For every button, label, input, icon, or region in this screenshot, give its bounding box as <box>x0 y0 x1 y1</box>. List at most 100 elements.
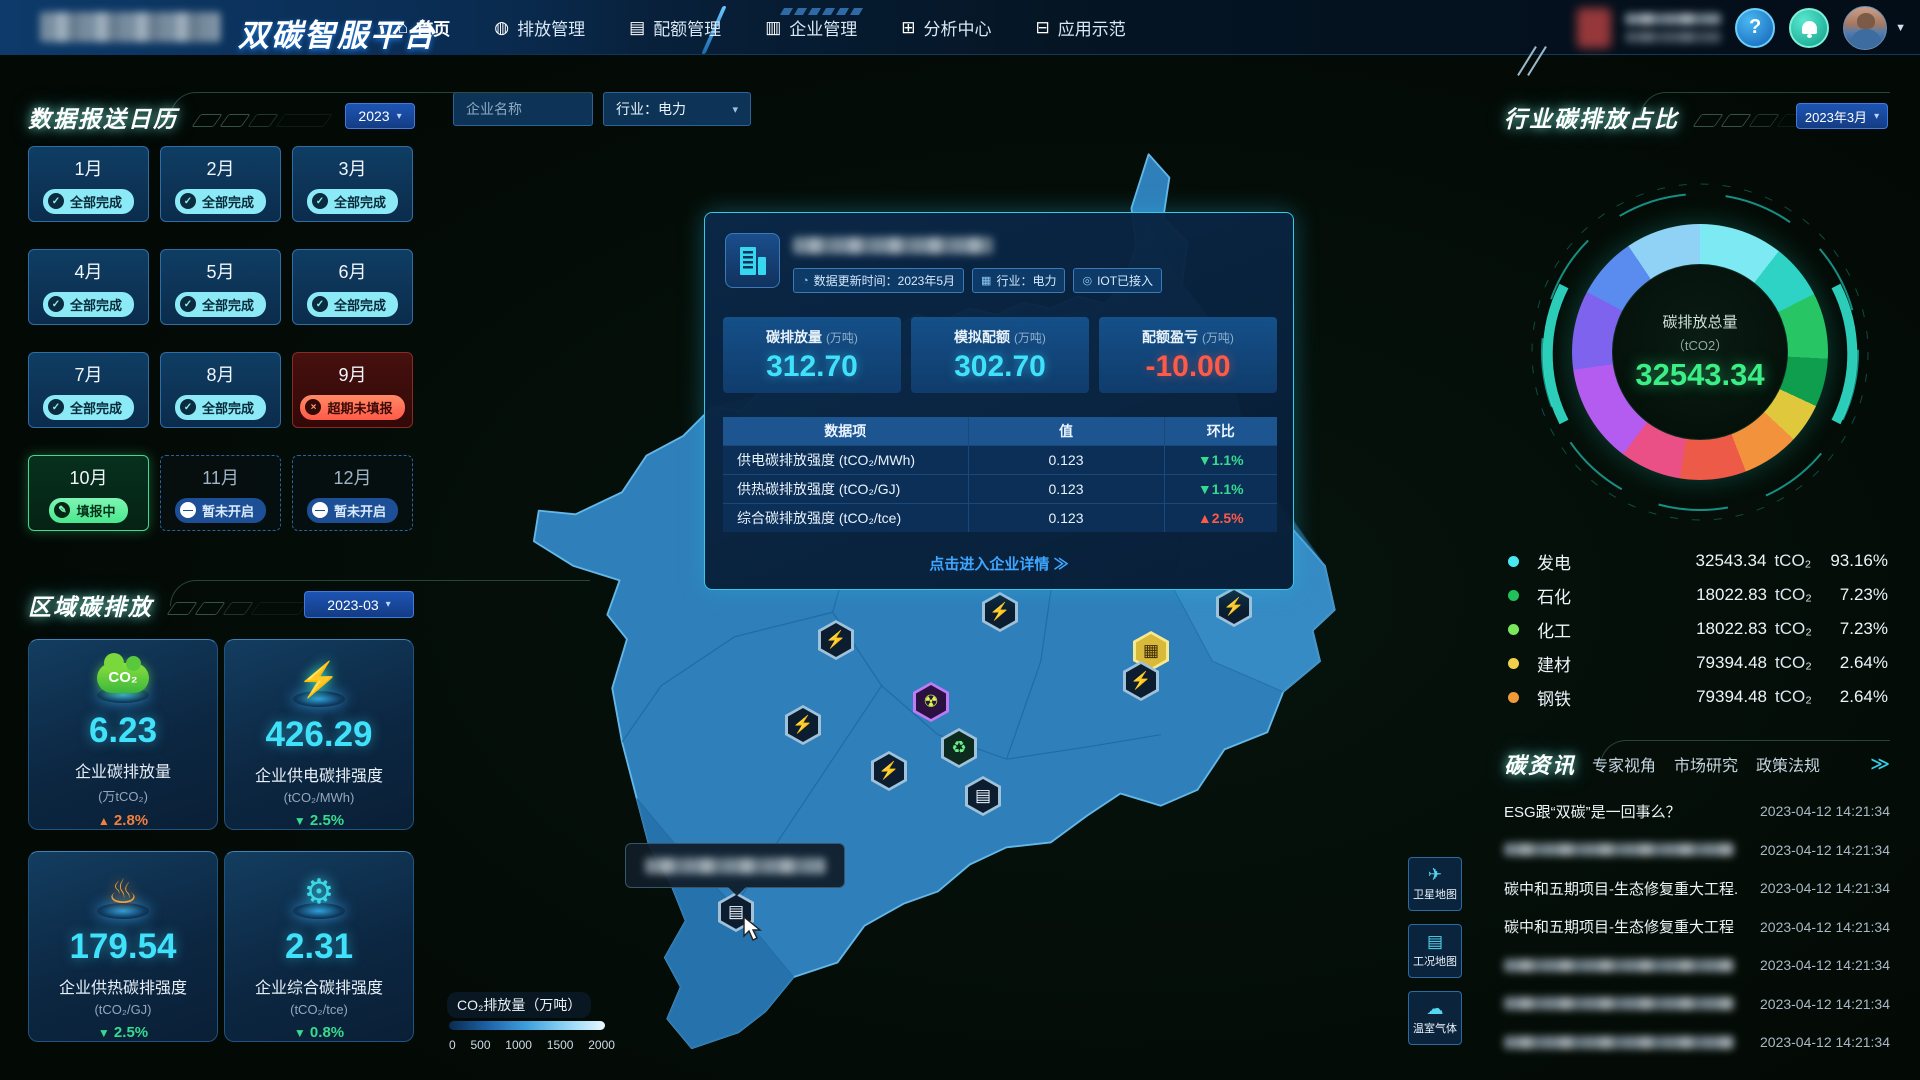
news-tab-政策法规[interactable]: 政策法规 <box>1756 752 1820 776</box>
table-hb-cell: ▼1.1% <box>1164 445 1277 474</box>
news-title-redacted <box>1504 843 1734 856</box>
month-card-8月[interactable]: 8月✓全部完成 <box>160 352 281 428</box>
industry-period-dropdown[interactable]: 2023年3月 ▾ <box>1796 103 1888 129</box>
popup-badge: ◔数据更新时间：2023年5月 <box>793 268 964 293</box>
heat-icon: ♨ <box>88 866 158 917</box>
status-icon: ✓ <box>180 399 196 415</box>
table-row: 综合碳排放强度 (tCO₂/tce)0.123▲2.5% <box>723 503 1277 532</box>
month-card-5月[interactable]: 5月✓全部完成 <box>160 249 281 325</box>
stat-value: 426.29 <box>265 715 372 755</box>
industry-period-value: 2023年3月 <box>1805 107 1867 126</box>
nav-item-排放管理[interactable]: ◍排放管理 <box>494 15 585 40</box>
status-text: 全部完成 <box>202 192 254 211</box>
triangle-down-icon: ▼ <box>294 814 306 828</box>
nav-item-label: 企业管理 <box>789 15 857 40</box>
status-icon: ✓ <box>180 193 196 209</box>
month-status-badge: —暂未开启 <box>175 498 266 523</box>
month-card-11月[interactable]: 11月—暂未开启 <box>160 455 281 531</box>
nav-item-应用示范[interactable]: ⊟应用示范 <box>1036 15 1126 40</box>
month-status-badge: ✓全部完成 <box>175 292 266 317</box>
news-tab-市场研究[interactable]: 市场研究 <box>1674 752 1738 776</box>
news-item[interactable]: 2023-04-12 14:21:34 <box>1504 985 1890 1024</box>
table-item-cell: 综合碳排放强度 (tCO₂/tce) <box>723 503 968 532</box>
nav-item-配额管理[interactable]: ▤配额管理 <box>629 15 721 40</box>
quota-icon: ▤ <box>629 18 645 38</box>
month-card-6月[interactable]: 6月✓全部完成 <box>292 249 413 325</box>
month-card-4月[interactable]: 4月✓全部完成 <box>28 249 149 325</box>
notification-bell-button[interactable] <box>1789 8 1829 48</box>
month-card-7月[interactable]: 7月✓全部完成 <box>28 352 149 428</box>
status-icon: — <box>180 502 196 518</box>
layer-label: 工况地图 <box>1413 953 1457 969</box>
month-card-1月[interactable]: 1月✓全部完成 <box>28 146 149 222</box>
popup-stat-box: 模拟配额 (万吨)302.70 <box>911 317 1089 393</box>
nav-item-首页[interactable]: ⌂首页 <box>398 15 450 40</box>
nav-item-企业管理[interactable]: ▥企业管理 <box>765 15 857 40</box>
donut-center-label: 碳排放总量 <box>1662 311 1737 332</box>
news-item[interactable]: 碳中和五期项目-生态修复重大工程2023-04-12 14:21:34 <box>1504 908 1890 947</box>
donut-center-unit: （tCO2） <box>1672 335 1728 354</box>
layer-button-卫星地图[interactable]: ✈卫星地图 <box>1408 857 1462 911</box>
enterprise-detail-link[interactable]: 点击进入企业详情 ≫ <box>705 553 1293 574</box>
calendar-year-dropdown[interactable]: 2023 ▾ <box>345 103 415 129</box>
co2-cloud-icon: CO₂ <box>88 654 158 701</box>
legend-percent: 2.64% <box>1831 653 1888 673</box>
status-icon: ✓ <box>312 296 328 312</box>
stat-delta: ▼ 2.5% <box>98 1024 148 1041</box>
top-navigation-bar: 双碳智服平台 ⌂首页◍排放管理▤配额管理▥企业管理⊞分析中心⊟应用示范 ? ▼ <box>0 0 1920 55</box>
news-more-arrow[interactable]: ≫ <box>1870 753 1890 776</box>
industry-select[interactable]: 行业：电力 ▾ <box>603 92 751 126</box>
month-card-12月[interactable]: 12月—暂未开启 <box>292 455 413 531</box>
news-tab-专家视角[interactable]: 专家视角 <box>1592 752 1656 776</box>
news-item[interactable]: 碳中和五期项目-生态修复重大工程...2023-04-12 14:21:34 <box>1504 869 1890 908</box>
news-item[interactable]: 2023-04-12 14:21:34 <box>1504 831 1890 870</box>
stat-label: 企业供热碳排强度 <box>59 974 187 998</box>
layer-button-工况地图[interactable]: ▤ 工况地图 <box>1408 924 1462 978</box>
help-button[interactable]: ? <box>1735 8 1775 48</box>
legend-value: 79394.48 <box>1657 653 1767 673</box>
clock-icon: ◔ <box>802 275 809 287</box>
bolt-icon: ⚡ <box>1126 664 1156 698</box>
user-avatar[interactable] <box>1843 6 1887 50</box>
delta-text: 2.8% <box>110 812 148 829</box>
news-item[interactable]: 2023-04-12 14:21:34 <box>1504 946 1890 985</box>
month-card-9月[interactable]: 9月×超期未填报 <box>292 352 413 428</box>
status-icon: ✎ <box>54 502 70 518</box>
status-icon: — <box>312 502 328 518</box>
scale-tick: 2000 <box>588 1038 615 1052</box>
table-row: 供热碳排放强度 (tCO₂/GJ)0.123▼1.1% <box>723 474 1277 503</box>
nav-item-分析中心[interactable]: ⊞分析中心 <box>901 15 991 40</box>
server-icon: ▤ <box>1427 933 1443 950</box>
stat-label: 企业供电碳排强度 <box>255 762 383 786</box>
news-item[interactable]: 2023-04-12 14:21:34 <box>1504 1023 1890 1062</box>
region-stat-card: ⚙2.31企业综合碳排强度(tCO₂/tce)▼ 0.8% <box>224 851 414 1042</box>
month-status-badge: ✓全部完成 <box>43 395 134 420</box>
layer-button-温室气体[interactable]: ☁温室气体 <box>1408 991 1462 1045</box>
stat-value: 2.31 <box>285 927 353 967</box>
legend-name: 建材 <box>1537 651 1657 676</box>
month-status-badge: ✓全部完成 <box>175 395 266 420</box>
month-card-2月[interactable]: 2月✓全部完成 <box>160 146 281 222</box>
popup-badges: ◔数据更新时间：2023年5月▦行业：电力◎IOT已接入 <box>793 268 1162 293</box>
triangle-up-icon: ▲2.5% <box>1198 510 1244 526</box>
composite-icon: ⚙ <box>304 875 334 909</box>
month-card-3月[interactable]: 3月✓全部完成 <box>292 146 413 222</box>
bolt-icon: ⚡ <box>985 595 1015 629</box>
month-status-badge: —暂未开启 <box>307 498 398 523</box>
news-item[interactable]: ESG跟“双碳”是一回事么？2023-04-12 14:21:34 <box>1504 792 1890 831</box>
legend-name: 钢铁 <box>1537 685 1657 710</box>
stat-delta: ▲ 2.8% <box>98 812 148 829</box>
month-card-10月[interactable]: 10月✎填报中 <box>28 455 149 531</box>
triangle-up-icon: ▲ <box>98 814 110 828</box>
month-grid: 1月✓全部完成2月✓全部完成3月✓全部完成4月✓全部完成5月✓全部完成6月✓全部… <box>28 146 413 531</box>
legend-percent: 93.16% <box>1830 551 1888 571</box>
popup-data-table: 数据项值环比 供电碳排放强度 (tCO₂/MWh)0.123▼1.1%供热碳排放… <box>723 417 1277 532</box>
region-period-dropdown[interactable]: 2023-03 ▾ <box>304 591 414 618</box>
status-icon: ✓ <box>312 193 328 209</box>
panel-title-text: 区域碳排放 <box>28 594 153 620</box>
status-text: 全部完成 <box>334 192 386 211</box>
region-stat-card: CO₂6.23企业碳排放量(万tCO₂)▲ 2.8% <box>28 639 218 830</box>
news-title: 碳中和五期项目-生态修复重大工程 <box>1504 916 1734 937</box>
avatar-dropdown-caret[interactable]: ▼ <box>1895 22 1906 34</box>
popup-badge: ◎IOT已接入 <box>1073 268 1162 293</box>
